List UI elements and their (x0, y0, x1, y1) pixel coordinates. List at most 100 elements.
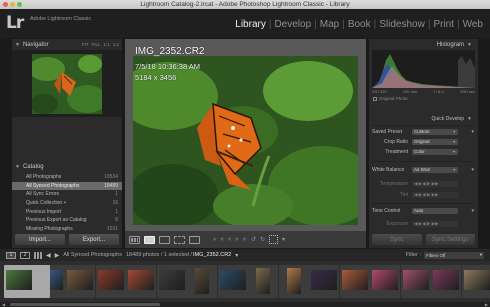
filmstrip-thumbnail[interactable] (217, 265, 248, 298)
filmstrip-thumbnail[interactable] (187, 265, 217, 298)
crop-overlay-icon[interactable] (269, 235, 279, 244)
grid-view-icon[interactable] (129, 235, 140, 244)
module-book[interactable]: Book (345, 19, 374, 30)
main-monitor-button[interactable]: 1 (6, 251, 16, 259)
window-titlebar: Lightroom Catalog-2.lrcat - Adobe Photos… (0, 0, 490, 9)
window-title: Lightroom Catalog-2.lrcat - Adobe Photos… (140, 1, 350, 8)
export-button[interactable]: Export... (69, 234, 119, 245)
dropdown-arrow-icon: ▼ (452, 149, 456, 154)
thumbnail-image (433, 270, 459, 290)
filmstrip-source[interactable]: All Synced Photographs (63, 252, 122, 258)
module-map[interactable]: Map (317, 19, 342, 30)
module-web[interactable]: Web (460, 19, 486, 30)
catalog-item-all-synced[interactable]: All Synced Photographs 18489 (12, 181, 122, 191)
star-icon[interactable]: ★ (227, 236, 232, 243)
filmstrip-thumbnail[interactable] (339, 265, 370, 298)
zoom-1-1[interactable]: 1:1 (103, 42, 109, 47)
temperature-adjust[interactable]: ◀◀ ◀ ▶ ▶▶ (412, 180, 458, 187)
filmstrip-thumbnail[interactable] (461, 265, 490, 298)
dropdown-arrow-icon[interactable]: ▾ (235, 252, 238, 259)
rotate-left-icon[interactable]: ↺ (251, 236, 256, 243)
back-arrow-icon[interactable]: ◀ (46, 252, 51, 259)
catalog-item-count: 16 (112, 200, 118, 207)
filmstrip-thumbnail[interactable] (248, 265, 278, 298)
filmstrip-scrollbar[interactable]: ◀ ▶ (0, 302, 490, 307)
filmstrip-thumbnail[interactable] (65, 265, 95, 298)
star-icon[interactable]: ★ (212, 236, 217, 243)
histogram-exif: ISO 320 100 mm f / 8.0 1/50 sec (372, 89, 475, 94)
zoom-fill[interactable]: FILL (91, 42, 100, 47)
histogram-header[interactable]: Histogram ▼ (369, 39, 478, 50)
sync-button[interactable]: Sync (372, 234, 422, 245)
scroll-right-icon[interactable]: ▶ (485, 302, 488, 307)
treatment-select[interactable]: Color ▼ (412, 148, 458, 155)
catalog-item-previous-export[interactable]: Previous Export as Catalog 8 (12, 216, 122, 225)
navigator-spacer (12, 117, 122, 161)
catalog-header[interactable]: ▼ Catalog (12, 161, 122, 172)
zoom-fit[interactable]: FIT (82, 42, 89, 47)
scroll-left-icon[interactable]: ◀ (2, 302, 5, 307)
catalog-item-missing-photographs[interactable]: Missing Photographs 1031 (12, 225, 122, 234)
forward-arrow-icon[interactable]: ▶ (55, 252, 60, 259)
catalog-item-label: Previous Import (26, 208, 62, 215)
catalog-item-quick-collection[interactable]: Quick Collection + 16 (12, 199, 122, 208)
quick-develop-header[interactable]: Quick Develop ▼ (369, 114, 478, 123)
tone-auto-button[interactable]: Auto (412, 207, 458, 214)
filmstrip-thumbnail[interactable] (95, 265, 126, 298)
white-balance-select[interactable]: As Shot ▼ (412, 166, 458, 173)
loupe-view-icon[interactable] (144, 235, 155, 244)
expand-triangle-icon[interactable]: ▼ (471, 208, 475, 213)
sync-settings-button[interactable]: Sync Settings (425, 234, 475, 245)
grid-icon[interactable] (34, 251, 42, 259)
filmstrip-thumbnail[interactable] (309, 265, 339, 298)
module-print[interactable]: Print (430, 19, 457, 30)
quick-develop-title: Quick Develop (431, 115, 465, 122)
tint-adjust[interactable]: ◀◀ ◀ ▶ ▶▶ (412, 191, 458, 198)
filter-select[interactable]: Filters Off ▾ (424, 251, 484, 259)
filmstrip-thumbnail[interactable] (278, 265, 309, 298)
rotate-right-icon[interactable]: ↻ (260, 236, 265, 243)
navigator-header[interactable]: ▼ Navigator FIT FILL 1:1 1:2 (12, 39, 122, 50)
survey-view-icon[interactable] (174, 235, 185, 244)
filmstrip-thumbnail[interactable] (400, 265, 431, 298)
filmstrip-thumbnail[interactable] (431, 265, 461, 298)
module-library[interactable]: Library (232, 19, 269, 30)
crop-ratio-select[interactable]: Original ▼ (412, 138, 458, 145)
secondary-monitor-button[interactable]: 2 (20, 251, 30, 259)
adjust-arrows-icon: ◀◀ ◀ ▶ ▶▶ (414, 220, 439, 226)
catalog-item-sync-errors[interactable]: All Sync Errors 1 (12, 190, 122, 199)
star-icon[interactable]: ★ (234, 236, 239, 243)
original-photo-toggle[interactable]: Original Photo (373, 96, 408, 101)
filmstrip-thumbnail[interactable] (4, 265, 50, 298)
scrollbar-thumb[interactable] (10, 303, 160, 306)
module-slideshow[interactable]: Slideshow (376, 19, 428, 30)
saved-preset-select[interactable]: Custom ▼ (412, 128, 458, 135)
star-rating[interactable]: ★ ★ ★ ★ ★ (212, 236, 247, 243)
star-icon[interactable]: ★ (242, 236, 247, 243)
current-file: IMG_2352.CR2 (193, 252, 231, 258)
adjust-arrows-icon: ◀◀ ◀ ▶ ▶▶ (414, 191, 439, 197)
catalog-item-all-photographs[interactable]: All Photographs 19534 (12, 173, 122, 182)
expand-triangle-icon[interactable]: ▼ (471, 167, 475, 172)
people-view-icon[interactable] (189, 235, 200, 244)
exposure-adjust[interactable]: ◀◀ ◀ ▶ ▶▶ (412, 220, 458, 227)
navigator-preview[interactable] (32, 54, 102, 114)
histogram-graph (372, 50, 475, 88)
catalog-item-count: 19534 (104, 174, 118, 181)
star-icon[interactable]: ★ (219, 236, 224, 243)
crop-ratio-row: Crop Ratio Original ▼ (369, 137, 478, 146)
import-button[interactable]: Import... (15, 234, 65, 245)
compare-view-icon[interactable] (159, 235, 170, 244)
module-develop[interactable]: Develop (271, 19, 314, 30)
filmstrip-bar: 1 2 ◀ ▶ All Synced Photographs 18489 pho… (0, 249, 490, 261)
filmstrip-thumbnail[interactable] (370, 265, 400, 298)
histogram-title: Histogram (436, 41, 465, 48)
toolbar-menu-icon[interactable]: ▾ (282, 236, 285, 243)
treatment-row: Treatment Color ▼ (369, 147, 478, 156)
catalog-item-previous-import[interactable]: Previous Import 1 (12, 207, 122, 216)
zoom-1-2[interactable]: 1:2 (113, 42, 119, 47)
expand-triangle-icon[interactable]: ▼ (471, 129, 475, 134)
filmstrip-thumbnail[interactable] (126, 265, 156, 298)
filmstrip-thumbnail[interactable] (156, 265, 187, 298)
checkbox-icon[interactable] (373, 96, 377, 101)
